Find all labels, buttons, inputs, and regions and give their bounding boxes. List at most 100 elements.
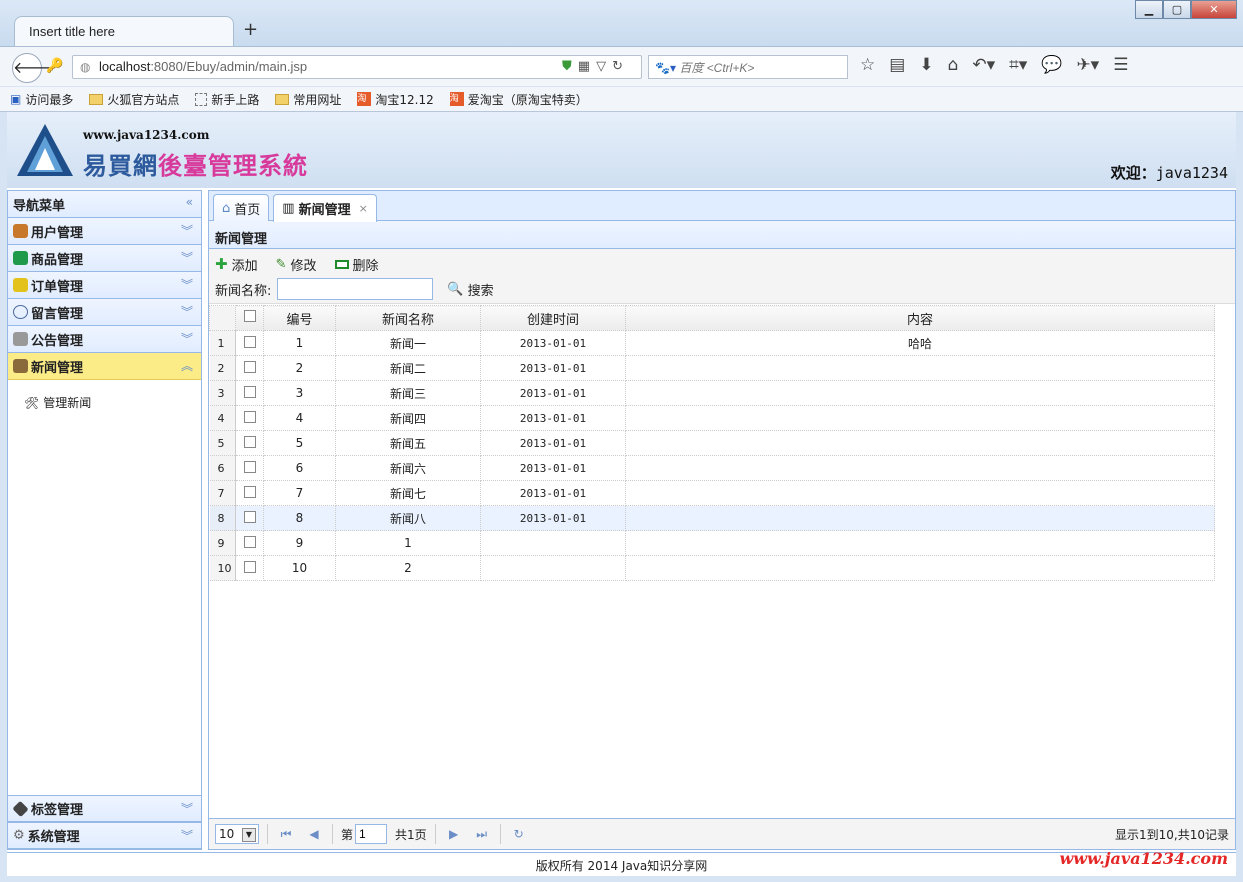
page-size-select[interactable]: 10 [215,824,259,844]
chevron-up-icon: ︽ [180,359,193,373]
menu-news[interactable]: 新闻管理 ︽ [8,353,201,380]
reading-list-icon[interactable]: ▤ [889,55,905,75]
dropdown-icon[interactable]: ▽ [596,59,612,74]
news-icon: ▥ [282,201,295,216]
row-checkbox[interactable] [235,530,264,556]
table-row[interactable]: 2 2 新闻二 2013-01-01 [209,355,1215,381]
next-page-icon[interactable]: ▶ [444,827,464,841]
back-button[interactable]: 🡐 [12,53,56,83]
col-id[interactable]: 编号 [263,305,336,331]
cell-date: 2013-01-01 [480,505,626,531]
collapse-left-icon[interactable]: « [186,195,193,209]
page-number-input[interactable] [355,824,388,844]
checkbox[interactable] [243,360,256,373]
checkbox[interactable] [243,560,256,573]
address-bar[interactable]: localhost:8080/Ebuy/admin/main.jsp [72,55,642,79]
download-icon[interactable]: ⬇ [919,55,933,75]
new-tab-button[interactable]: + [243,19,258,40]
bookmark-item[interactable]: 淘爱淘宝（原淘宝特卖） [449,91,588,107]
checkbox[interactable] [243,435,256,448]
select-all-checkbox[interactable] [235,305,264,331]
add-button[interactable]: ✚ 添加 [215,255,258,274]
checkbox[interactable] [243,385,256,398]
menu-message[interactable]: 留言管理 ︾ [8,299,201,326]
edit-button[interactable]: ✎ 修改 [276,255,317,274]
sidebar-item-manage-news[interactable]: 🛠 管理新闻 [8,380,201,411]
prev-page-icon[interactable]: ◀ [304,827,324,841]
cell-content [625,430,1215,456]
menu-icon[interactable]: ☰ [1113,55,1128,75]
table-row[interactable]: 3 3 新闻三 2013-01-01 [209,380,1215,406]
table-row[interactable]: 8 8 新闻八 2013-01-01 [209,505,1215,531]
row-checkbox[interactable] [235,430,264,456]
table-row[interactable]: 7 7 新闻七 2013-01-01 [209,480,1215,506]
bookmarks-bar: ▣ 访问最多 火狐官方站点 新手上路 常用网址 淘淘宝12.12 淘爱淘宝（原淘宝… [0,87,1243,112]
row-checkbox[interactable] [235,480,264,506]
qr-icon[interactable]: ▦ [578,59,596,74]
search-button[interactable]: 🔍 搜索 [447,280,493,299]
reload-icon[interactable]: ↻ [612,59,629,74]
browser-tab[interactable]: Insert title here [14,16,234,46]
home-icon[interactable]: ⌂ [948,55,959,75]
table-row[interactable]: 991 [209,530,1215,556]
bookmark-item[interactable]: ▣ 访问最多 [10,91,73,107]
menu-user[interactable]: 用户管理 ︾ [8,218,201,245]
table-row[interactable]: 4 4 新闻四 2013-01-01 [209,405,1215,431]
search-box[interactable]: 🐾▾ 百度 <Ctrl+K> [648,55,848,79]
watermark: www.java1234.com [1059,849,1228,868]
table-row[interactable]: 10 10 2 [209,555,1215,581]
row-checkbox[interactable] [235,330,264,356]
cell-name: 新闻五 [335,430,481,456]
col-created[interactable]: 创建时间 [480,305,626,331]
checkbox[interactable] [243,485,256,498]
row-checkbox[interactable] [235,455,264,481]
menu-product[interactable]: 商品管理 ︾ [8,245,201,272]
col-name[interactable]: 新闻名称 [335,305,481,331]
window-controls: ▁ ▢ ✕ [1135,0,1237,19]
row-checkbox[interactable] [235,405,264,431]
baidu-icon: 🐾▾ [655,61,676,75]
close-button[interactable]: ✕ [1191,0,1237,19]
tab-news[interactable]: ▥ 新闻管理 × [273,194,377,222]
table-row[interactable]: 5 5 新闻五 2013-01-01 [209,430,1215,456]
table-row[interactable]: 6 6 新闻六 2013-01-01 [209,455,1215,481]
maximize-button[interactable]: ▢ [1163,0,1191,19]
key-icon[interactable]: 🔑 [46,58,63,74]
checkbox[interactable] [243,410,256,423]
shield-icon[interactable]: ⛊ [562,59,578,74]
cell-id: 7 [263,480,336,506]
close-tab-icon[interactable]: × [359,202,368,215]
crop-icon[interactable]: ⌗▾ [1009,55,1027,75]
menu-notice[interactable]: 公告管理 ︾ [8,326,201,353]
bookmark-item[interactable]: 火狐官方站点 [89,91,179,107]
menu-tags[interactable]: 标签管理 ︾ [8,795,201,822]
last-page-icon[interactable]: ⏭ [472,827,492,842]
toolbar-icons: ☆ ▤ ⬇ ⌂ ↶▾ ⌗▾ 💬 ✈▾ ☰ [860,55,1128,75]
checkbox[interactable] [243,460,256,473]
extension-icon[interactable]: ✈▾ [1076,55,1099,75]
bookmark-item[interactable]: 常用网址 [275,91,341,107]
news-name-input[interactable] [277,278,434,300]
menu-system[interactable]: ⚙ 系统管理 ︾ [8,822,201,849]
row-checkbox[interactable] [235,380,264,406]
checkbox[interactable] [243,510,256,523]
menu-order[interactable]: 订单管理 ︾ [8,272,201,299]
refresh-icon[interactable]: ↻ [509,827,529,841]
cell-content [625,455,1215,481]
bookmark-item[interactable]: 新手上路 [195,91,259,107]
bookmark-item[interactable]: 淘淘宝12.12 [357,91,434,107]
undo-icon[interactable]: ↶▾ [972,55,995,75]
tab-home[interactable]: ⌂ 首页 [213,194,270,221]
first-page-icon[interactable]: ⏮ [276,827,296,842]
table-row[interactable]: 1 1 新闻一 2013-01-01 哈哈 [209,330,1215,356]
minimize-button[interactable]: ▁ [1135,0,1163,19]
bookmark-star-icon[interactable]: ☆ [860,55,875,75]
row-checkbox[interactable] [235,355,264,381]
col-content[interactable]: 内容 [625,305,1215,331]
chat-icon[interactable]: 💬 [1041,55,1062,75]
row-checkbox[interactable] [235,505,264,531]
row-checkbox[interactable] [235,555,264,581]
delete-button[interactable]: 删除 [334,255,379,274]
checkbox[interactable] [243,535,256,548]
checkbox[interactable] [243,335,256,348]
